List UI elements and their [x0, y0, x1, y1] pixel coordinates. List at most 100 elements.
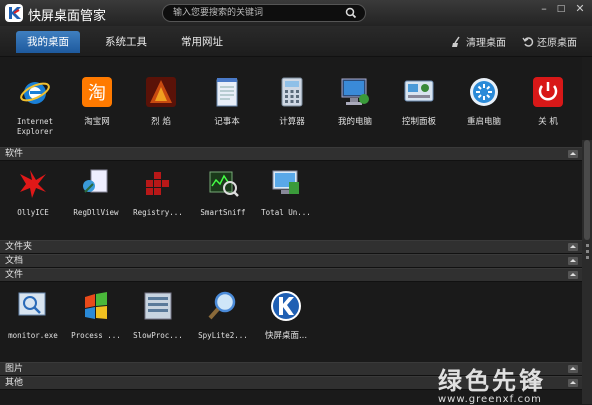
close-button[interactable]: ✕	[572, 2, 588, 16]
restart-icon	[470, 78, 498, 106]
desktop-item-my-computer[interactable]: 我的电脑	[325, 75, 385, 127]
software-item-regdllview[interactable]: RegDllView	[66, 166, 126, 218]
broom-icon	[452, 36, 460, 47]
app-logo-icon	[5, 4, 23, 22]
file-item-slowproc[interactable]: SlowProc...	[128, 289, 188, 341]
nav-bar: 我的桌面 系统工具 常用网址 清理桌面 还原桌面	[0, 26, 592, 57]
section-title: 图片	[5, 364, 24, 374]
ollyice-icon	[20, 170, 46, 198]
desktop-item-restart[interactable]: 重启电脑	[454, 75, 514, 127]
file-item-monitor[interactable]: monitor.exe	[3, 289, 63, 341]
section-title: 软件	[5, 149, 24, 159]
software-item-ollyice[interactable]: OllyICE	[3, 166, 63, 218]
file-item-label: Process ...	[71, 331, 121, 340]
kuaiping-icon	[271, 291, 301, 321]
collapse-icon[interactable]	[568, 271, 578, 279]
restore-icon	[522, 37, 534, 47]
tab-common-sites[interactable]: 常用网址	[170, 31, 234, 53]
restore-desktop-label: 还原桌面	[537, 38, 577, 49]
software-item-label: OllyICE	[17, 208, 49, 217]
desktop-item-label: 烈 焰	[151, 117, 171, 127]
collapse-icon[interactable]	[568, 379, 578, 387]
file-item-spylite[interactable]: SpyLite2...	[193, 289, 253, 341]
software-item-label: RegDllView	[73, 208, 119, 217]
computer-icon	[341, 78, 369, 105]
app-title: 快屏桌面管家	[28, 9, 107, 24]
section-header-documents[interactable]: 文档	[0, 254, 582, 268]
collapse-icon[interactable]	[568, 150, 578, 158]
software-item-label: SmartSniff	[200, 208, 246, 217]
desktop-item-calculator[interactable]: 计算器	[262, 75, 322, 127]
calculator-icon	[281, 77, 303, 107]
section-title: 文件夹	[5, 242, 33, 252]
title-bar: 快屏桌面管家 – □ ✕	[0, 0, 592, 26]
desktop-item-shutdown[interactable]: 关 机	[518, 75, 578, 127]
desktop-item-label: 关 机	[538, 117, 558, 127]
slowproc-icon	[144, 292, 172, 320]
software-item-label: Registry...	[133, 208, 183, 217]
minimize-button[interactable]: –	[536, 2, 552, 16]
collapse-icon[interactable]	[568, 243, 578, 251]
section-title: 文档	[5, 256, 24, 266]
scroll-grip-icon	[586, 244, 589, 247]
scrollbar-thumb[interactable]	[584, 140, 590, 240]
watermark-text: 绿色先锋	[438, 367, 546, 395]
collapse-icon[interactable]	[568, 365, 578, 373]
section-title: 文件	[5, 270, 24, 280]
software-item-total-uninstall[interactable]: Total Un...	[256, 166, 316, 218]
scroll-grip-icon	[586, 256, 589, 259]
section-header-software[interactable]: 软件	[0, 147, 582, 161]
section-header-folders[interactable]: 文件夹	[0, 240, 582, 254]
notepad-icon	[216, 78, 238, 107]
tab-system-tools[interactable]: 系统工具	[94, 31, 158, 53]
file-item-process[interactable]: Process ...	[66, 289, 126, 341]
search-input[interactable]	[173, 6, 343, 20]
ie-icon	[20, 82, 50, 104]
file-item-kuaiping[interactable]: 快屏桌面...	[256, 289, 316, 341]
desktop-item-game[interactable]: 烈 焰	[131, 75, 191, 127]
restore-desktop-button[interactable]: 还原桌面	[522, 34, 577, 49]
taobao-icon: 淘	[82, 77, 112, 107]
desktop-item-control-panel[interactable]: 控制面板	[389, 75, 449, 127]
scroll-grip-icon	[586, 250, 589, 253]
svg-text:淘: 淘	[88, 83, 106, 104]
desktop-item-label: 我的电脑	[337, 117, 372, 127]
desktop-item-label: 记事本	[214, 117, 240, 127]
watermark: 绿色先锋 www.greenxf.com	[438, 368, 546, 405]
file-item-label: 快屏桌面...	[264, 331, 308, 341]
search-icon[interactable]	[345, 7, 357, 19]
file-item-label: SpyLite2...	[198, 331, 248, 340]
scrollbar[interactable]	[582, 140, 592, 404]
maximize-button[interactable]: □	[553, 2, 569, 16]
shutdown-icon	[533, 77, 563, 107]
software-item-label: Total Un...	[261, 208, 311, 217]
desktop-item-ie[interactable]: Internet Explorer	[5, 75, 65, 137]
regdllview-icon	[83, 169, 108, 193]
desktop-item-label: 控制面板	[401, 117, 436, 127]
monitor-icon	[18, 292, 46, 316]
smartsniff-icon	[209, 171, 239, 197]
collapse-icon[interactable]	[568, 257, 578, 265]
game-icon	[146, 77, 176, 107]
registry-icon	[146, 172, 169, 195]
desktop-item-label: Internet Explorer	[16, 117, 54, 136]
desktop-item-label: 淘宝网	[84, 117, 110, 127]
file-item-label: SlowProc...	[133, 331, 183, 340]
desktop-item-label: 重启电脑	[466, 117, 501, 127]
control-panel-icon	[404, 80, 434, 102]
search-box[interactable]	[162, 4, 366, 22]
watermark-url: www.greenxf.com	[438, 394, 542, 405]
desktop-item-notepad[interactable]: 记事本	[197, 75, 257, 127]
software-item-registry[interactable]: Registry...	[128, 166, 188, 218]
process-icon	[85, 292, 107, 319]
total-uninstall-icon	[272, 170, 299, 194]
desktop-item-label: 计算器	[279, 117, 305, 127]
tab-my-desktop[interactable]: 我的桌面	[16, 31, 80, 53]
software-item-smartsniff[interactable]: SmartSniff	[193, 166, 253, 218]
section-title: 其他	[5, 378, 24, 388]
clean-desktop-label: 清理桌面	[466, 38, 506, 49]
section-header-files[interactable]: 文件	[0, 268, 582, 282]
spylite-icon	[208, 291, 236, 320]
clean-desktop-button[interactable]: 清理桌面	[451, 34, 506, 49]
desktop-item-taobao[interactable]: 淘 淘宝网	[67, 75, 127, 127]
